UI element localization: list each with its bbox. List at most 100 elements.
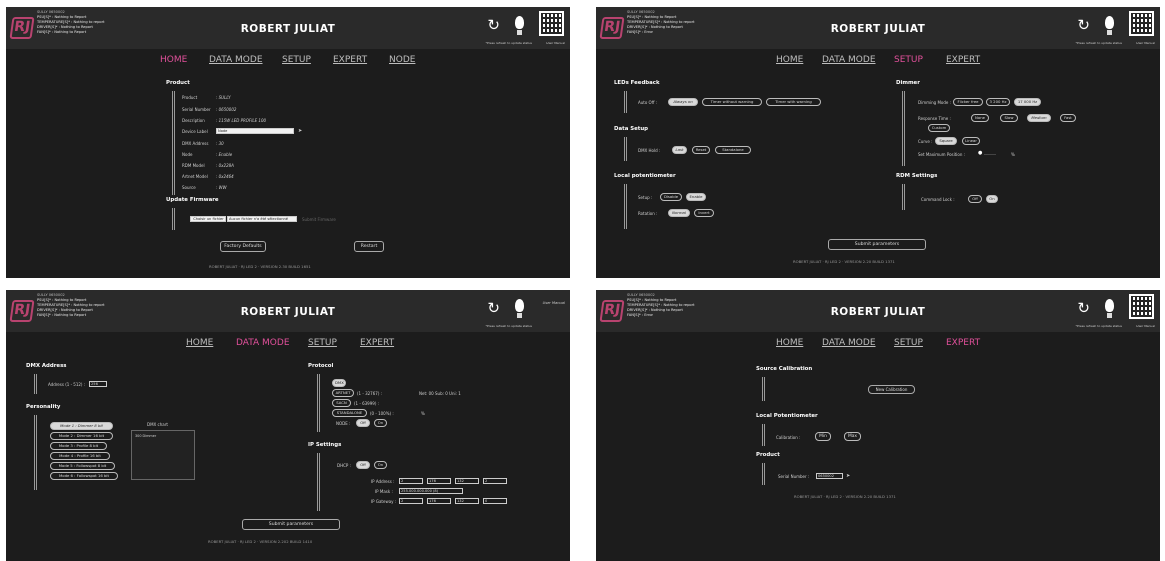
mode-6-button[interactable]: Mode 6 : Followspot 16 bit (50, 472, 118, 480)
refresh-icon[interactable]: ↻ (487, 16, 500, 34)
ip-gateway-octet-3[interactable]: 132 (455, 498, 479, 504)
lightbulb-icon[interactable] (515, 299, 524, 318)
response-custom[interactable]: Custom (928, 124, 950, 132)
max-position-slider-track[interactable] (984, 154, 996, 155)
qr-code-icon[interactable] (539, 11, 564, 36)
protocol-sacn[interactable]: SACN (332, 399, 351, 407)
submit-arrow-icon[interactable]: ➤ (846, 473, 850, 479)
tab-data-mode[interactable]: DATA MODE (822, 55, 876, 65)
tab-home[interactable]: HOME (186, 338, 213, 348)
rotation-normal[interactable]: Normal (668, 209, 690, 217)
artnet-range: (1 - 32767) : (357, 391, 382, 396)
tab-home[interactable]: HOME (776, 55, 803, 65)
tab-setup[interactable]: SETUP (894, 55, 923, 65)
auto-off-timer-no-warning[interactable]: Timer without warning (702, 98, 762, 106)
restart-button[interactable]: Restart (354, 241, 384, 252)
dmx-hold-last[interactable]: Last (672, 146, 687, 154)
tab-setup[interactable]: SETUP (282, 55, 311, 65)
protocol-standalone[interactable]: STANDALONE (332, 409, 367, 417)
protocol-dmx[interactable]: DMX (332, 379, 346, 387)
ip-address-octet-2[interactable]: 176 (427, 478, 451, 484)
tab-data-mode[interactable]: DATA MODE (822, 338, 876, 348)
submit-firmware-button[interactable]: Submit Firmware (302, 217, 336, 222)
max-position-slider-knob[interactable]: ● (978, 150, 982, 156)
refresh-icon[interactable]: ↻ (1077, 299, 1090, 317)
tab-expert[interactable]: EXPERT (946, 338, 980, 348)
command-lock-on[interactable]: On (986, 195, 998, 203)
response-none[interactable]: None (971, 114, 989, 122)
version-footer: ROBERT JULIAT · RJ LED 2 · VERSION 2.30 … (209, 264, 311, 269)
lightbulb-icon[interactable] (1105, 16, 1114, 35)
dmx-hold-reset[interactable]: Reset (692, 146, 710, 154)
response-slow[interactable]: Slow (1000, 114, 1018, 122)
mode-2-button[interactable]: Mode 2 : Dimmer 16 bit (50, 432, 113, 440)
ip-address-octet-4[interactable]: 2 (483, 478, 507, 484)
dhcp-off[interactable]: Off (356, 461, 370, 469)
dhcp-on[interactable]: On (374, 461, 387, 469)
response-medium[interactable]: Medium (1027, 114, 1051, 122)
submit-parameters-button[interactable]: Submit parameters (828, 239, 926, 250)
dimming-3200hz[interactable]: 3 200 Hz (986, 98, 1010, 106)
auto-off-always-on[interactable]: Always on (668, 98, 698, 106)
tab-data-mode[interactable]: DATA MODE (209, 55, 263, 65)
tab-data-mode[interactable]: DATA MODE (236, 338, 290, 348)
new-calibration-button[interactable]: New Calibration (868, 385, 915, 394)
calibration-max-button[interactable]: Max (844, 432, 861, 441)
dimming-17000hz[interactable]: 17 000 Hz (1014, 98, 1041, 106)
dmx-address-input[interactable]: 256 (89, 381, 107, 387)
user-manual-link[interactable]: User Manual (1136, 324, 1155, 328)
tab-expert[interactable]: EXPERT (360, 338, 394, 348)
tab-setup[interactable]: SETUP (308, 338, 337, 348)
curve-linear[interactable]: Linear (962, 137, 980, 145)
choose-file-button[interactable]: Choisir un fichier (190, 216, 226, 222)
ip-gateway-octet-4[interactable]: 0 (483, 498, 507, 504)
rotation-invert[interactable]: Invert (694, 209, 714, 217)
ip-mask-select[interactable]: 255.000.000.000 (8) (399, 488, 463, 494)
tab-expert[interactable]: EXPERT (946, 55, 980, 65)
tab-setup[interactable]: SETUP (894, 338, 923, 348)
rdm-model-value: : 0x228A (216, 163, 234, 168)
mode-1-button[interactable]: Mode 1 : Dimmer 8 bit (50, 422, 113, 430)
lightbulb-icon[interactable] (1105, 299, 1114, 318)
ip-gateway-octet-2[interactable]: 176 (427, 498, 451, 504)
refresh-icon[interactable]: ↻ (1077, 16, 1090, 34)
mode-5-button[interactable]: Mode 5 : Followspot 8 bit (50, 462, 115, 470)
tab-expert[interactable]: EXPERT (333, 55, 367, 65)
mode-3-button[interactable]: Mode 3 : Profile 8 bit (50, 442, 107, 450)
pot-disable[interactable]: Disable (660, 193, 682, 201)
factory-defaults-button[interactable]: Factory Defaults (220, 241, 266, 252)
submit-parameters-button[interactable]: Submit parameters (242, 519, 340, 530)
command-lock-off[interactable]: Off (968, 195, 982, 203)
auto-off-timer-warning[interactable]: Timer with warning (766, 98, 821, 106)
source-calibration-heading: Source Calibration (756, 366, 813, 372)
protocol-artnet[interactable]: ARTNET (332, 389, 354, 397)
serial-number-input[interactable]: 0650002 (816, 473, 843, 479)
pot-enable[interactable]: Enable (686, 193, 706, 201)
ip-address-octet-1[interactable]: 2 (399, 478, 423, 484)
tab-node[interactable]: NODE (389, 55, 415, 65)
user-manual-link[interactable]: User Manual (543, 301, 565, 305)
qr-code-icon[interactable] (1129, 11, 1154, 36)
ip-gateway-octet-1[interactable]: 2 (399, 498, 423, 504)
dmx-address-heading: DMX Address (26, 363, 67, 369)
curve-square[interactable]: Square (935, 137, 957, 145)
tab-home[interactable]: HOME (776, 338, 803, 348)
standalone-range: (0 - 100%) : (370, 411, 394, 416)
user-manual-link[interactable]: User Manual (1136, 41, 1155, 45)
lightbulb-icon[interactable] (515, 16, 524, 35)
submit-arrow-icon[interactable]: ➤ (298, 128, 302, 134)
calibration-min-button[interactable]: Min (815, 432, 831, 441)
dmx-hold-standalone[interactable]: Standalone (715, 146, 751, 154)
device-label-input[interactable]: Node (216, 128, 294, 134)
response-fast[interactable]: Fast (1060, 114, 1076, 122)
tab-home[interactable]: HOME (160, 55, 187, 65)
mode-4-button[interactable]: Mode 4 : Profile 16 bit (50, 452, 110, 460)
dimming-flicker-free[interactable]: Flicker free (953, 98, 983, 106)
user-manual-link[interactable]: User Manual (546, 41, 565, 45)
standalone-unit: % (421, 411, 425, 416)
node-off[interactable]: Off (356, 419, 370, 427)
qr-code-icon[interactable] (1129, 294, 1154, 319)
ip-address-octet-3[interactable]: 132 (455, 478, 479, 484)
node-on[interactable]: On (374, 419, 387, 427)
refresh-icon[interactable]: ↻ (487, 299, 500, 317)
